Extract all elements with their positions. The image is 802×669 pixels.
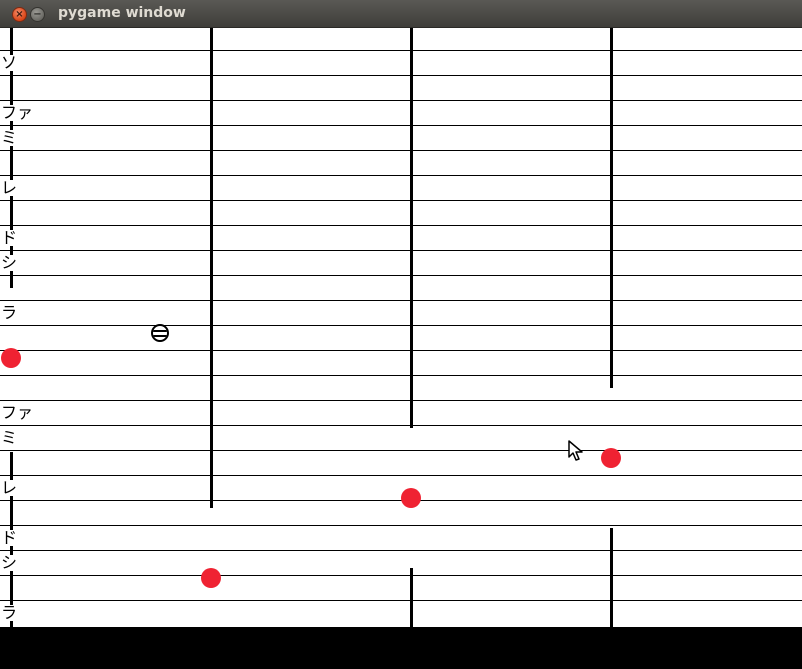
footer-bar xyxy=(0,627,802,669)
note-label-fa-lower: ファ xyxy=(1,403,35,422)
staff-line xyxy=(0,450,802,451)
staff-line xyxy=(0,600,802,601)
staff-line xyxy=(0,575,802,576)
staff-line xyxy=(0,175,802,176)
measure-bar xyxy=(610,528,613,627)
staff-line xyxy=(0,275,802,276)
note-label-si: シ xyxy=(1,253,19,272)
staff-line xyxy=(0,350,802,351)
staff-line xyxy=(0,150,802,151)
staff-line xyxy=(0,375,802,376)
note-label-mi: ミ xyxy=(1,128,19,147)
measure-bar xyxy=(210,28,213,508)
note-dot[interactable] xyxy=(1,348,21,368)
window-titlebar: × − pygame window xyxy=(0,0,802,28)
note-label-so: ソ xyxy=(1,53,19,72)
staff-line xyxy=(0,225,802,226)
minimize-icon: − xyxy=(33,8,42,20)
staff-line xyxy=(0,325,802,326)
music-canvas[interactable]: ソ ファ ミ レ ド シ ラ ファ ミ レ ド シ ラ xyxy=(0,28,802,669)
close-button[interactable]: × xyxy=(12,7,27,22)
note-label-ra: ラ xyxy=(1,303,19,322)
striped-ball-icon[interactable] xyxy=(151,324,169,342)
measure-bar xyxy=(410,28,413,428)
note-label-mi-lower: ミ xyxy=(1,428,19,447)
staff-line xyxy=(0,400,802,401)
note-dot[interactable] xyxy=(601,448,621,468)
note-label-ra-lower: ラ xyxy=(1,603,19,622)
staff-line xyxy=(0,550,802,551)
staff-line xyxy=(0,50,802,51)
staff-line xyxy=(0,75,802,76)
pygame-window: × − pygame window ソ ファ ミ レ ド シ ラ ファ ミ レ … xyxy=(0,0,802,669)
measure-bar xyxy=(410,568,413,627)
window-title: pygame window xyxy=(58,5,186,21)
staff-line xyxy=(0,200,802,201)
measure-bar xyxy=(610,28,613,388)
note-dot[interactable] xyxy=(201,568,221,588)
note-label-do-lower: ド xyxy=(1,528,19,547)
staff-line xyxy=(0,300,802,301)
minimize-button[interactable]: − xyxy=(30,7,45,22)
staff-line xyxy=(0,475,802,476)
note-label-do: ド xyxy=(1,228,19,247)
staff-line xyxy=(0,125,802,126)
staff-line xyxy=(0,525,802,526)
note-dot[interactable] xyxy=(401,488,421,508)
note-label-fa: ファ xyxy=(1,103,35,122)
close-icon: × xyxy=(15,8,24,20)
note-label-re: レ xyxy=(1,178,19,197)
note-label-re-lower: レ xyxy=(1,478,19,497)
mouse-pointer-icon xyxy=(568,440,583,461)
note-label-si-lower: シ xyxy=(1,553,19,572)
staff-line xyxy=(0,425,802,426)
staff-line xyxy=(0,250,802,251)
staff-line xyxy=(0,100,802,101)
